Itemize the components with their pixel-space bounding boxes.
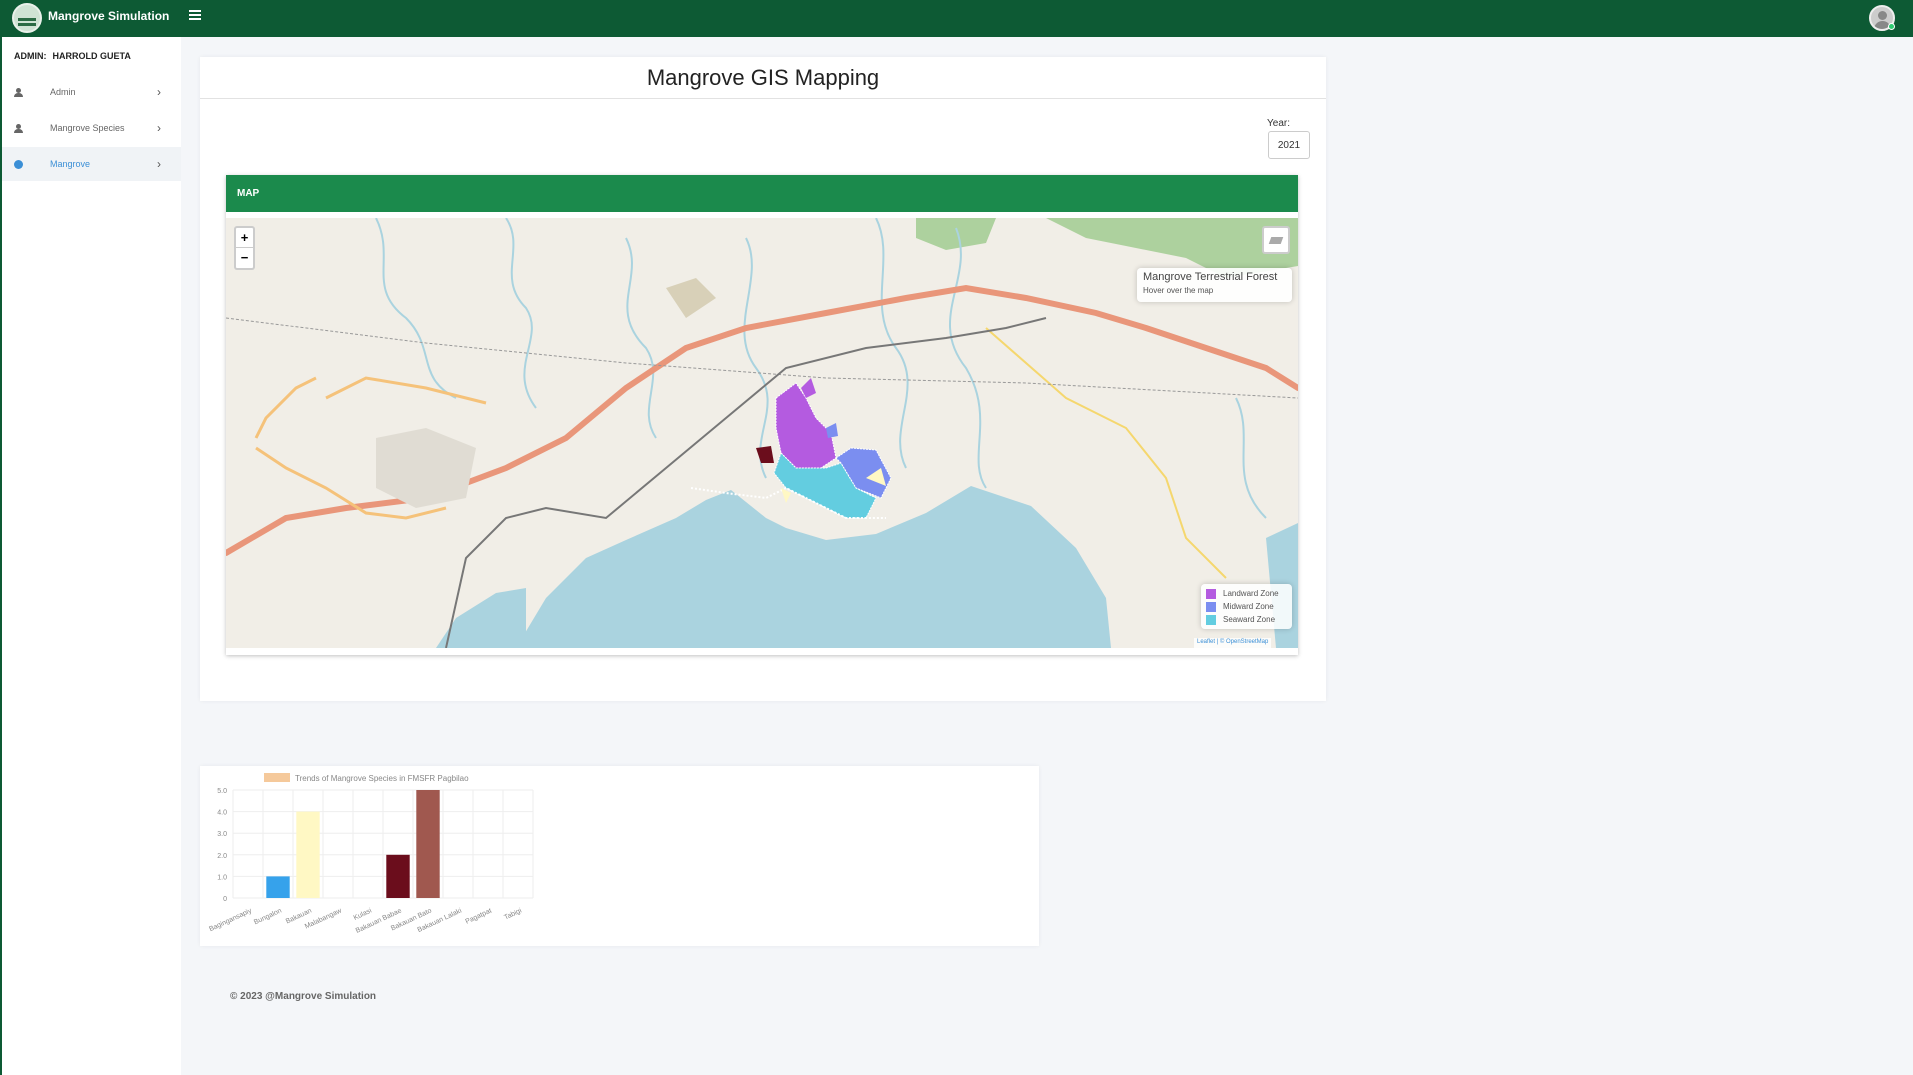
y-tick-label: 0 xyxy=(223,896,227,903)
zoom-control: + − xyxy=(234,226,255,270)
map-header: MAP xyxy=(226,175,1298,212)
legend-label: Trends of Mangrove Species in FMSFR Pagb… xyxy=(295,774,469,783)
user-icon xyxy=(14,123,23,133)
y-tick-label: 4.0 xyxy=(217,810,227,817)
admin-prefix: ADMIN: xyxy=(14,51,47,61)
sidebar-item-label: Mangrove Species xyxy=(50,123,125,133)
admin-info: ADMIN: HARROLD GUETA xyxy=(14,51,131,61)
chart-bar xyxy=(416,790,440,898)
map-canvas[interactable]: + − Mangrove Terrestrial Forest Hover ov… xyxy=(226,218,1298,648)
legend-item: Midward Zone xyxy=(1206,600,1287,613)
map-legend: Landward Zone Midward Zone Seaward Zone xyxy=(1201,584,1292,629)
admin-name: HARROLD GUETA xyxy=(52,51,131,61)
x-tick-label: Pagatpat xyxy=(464,907,492,925)
chevron-right-icon: › xyxy=(157,157,161,171)
x-tick-label: Bagingansapiy xyxy=(208,907,253,933)
y-tick-label: 5.0 xyxy=(217,788,227,795)
user-icon xyxy=(14,87,23,97)
legend-label: Seaward Zone xyxy=(1223,615,1276,624)
chevron-right-icon: › xyxy=(157,121,161,135)
map-attribution[interactable]: Leaflet | © OpenStreetMap xyxy=(1194,638,1272,648)
chart-bar xyxy=(386,854,410,898)
x-tick-label: Kulasi xyxy=(353,907,374,922)
legend-label: Landward Zone xyxy=(1223,589,1279,598)
legend-label: Midward Zone xyxy=(1223,602,1274,611)
online-status-dot xyxy=(1888,23,1895,30)
brand-name[interactable]: Mangrove Simulation xyxy=(48,9,169,23)
chart-bar xyxy=(266,876,290,898)
sidebar: ADMIN: HARROLD GUETA Admin › Mangrove Spe… xyxy=(0,37,181,1075)
legend-item: Landward Zone xyxy=(1206,587,1287,600)
sidebar-item-label: Admin xyxy=(50,87,76,97)
y-tick-label: 1.0 xyxy=(217,874,227,881)
sidebar-item-admin[interactable]: Admin › xyxy=(2,75,181,109)
layers-icon[interactable] xyxy=(1262,226,1290,254)
x-tick-label: Tabigi xyxy=(503,907,523,921)
info-hint: Hover over the map xyxy=(1143,286,1214,295)
sidebar-item-mangrove[interactable]: Mangrove › xyxy=(2,147,181,181)
species-chart-card: Trends of Mangrove Species in FMSFR Pagb… xyxy=(200,766,1039,946)
legend-swatch xyxy=(1206,601,1216,612)
y-tick-label: 3.0 xyxy=(217,831,227,838)
species-bar-chart: Trends of Mangrove Species in FMSFR Pagb… xyxy=(208,773,534,935)
x-tick-label: Bungalon xyxy=(253,907,283,926)
legend-swatch xyxy=(264,773,290,782)
y-tick-label: 2.0 xyxy=(217,853,227,860)
year-input[interactable] xyxy=(1268,131,1310,159)
gis-mapping-card: Mangrove GIS Mapping Year: MAP xyxy=(200,57,1326,701)
globe-icon xyxy=(14,159,23,169)
legend-swatch xyxy=(1206,614,1216,625)
footer-text: © 2023 @Mangrove Simulation xyxy=(230,991,377,1002)
sidebar-item-label: Mangrove xyxy=(50,159,91,169)
year-label: Year: xyxy=(1267,118,1290,129)
zoom-in-button[interactable]: + xyxy=(236,228,253,248)
legend-swatch xyxy=(1206,588,1216,599)
brand-logo xyxy=(12,3,42,33)
map-panel: MAP + − Mangrove Terrestrial Forest Hove… xyxy=(226,175,1298,655)
menu-toggle-icon[interactable] xyxy=(189,10,201,20)
map-info-box: Mangrove Terrestrial Forest Hover over t… xyxy=(1137,268,1292,302)
sidebar-item-mangrove-species[interactable]: Mangrove Species › xyxy=(2,111,181,145)
zoom-out-button[interactable]: − xyxy=(236,248,253,268)
info-title: Mangrove Terrestrial Forest xyxy=(1143,271,1278,283)
top-navbar: Mangrove Simulation xyxy=(0,0,1913,37)
chart-bar xyxy=(296,811,320,898)
page-title: Mangrove GIS Mapping xyxy=(200,57,1326,99)
legend-item: Seaward Zone xyxy=(1206,613,1287,626)
chevron-right-icon: › xyxy=(157,85,161,99)
